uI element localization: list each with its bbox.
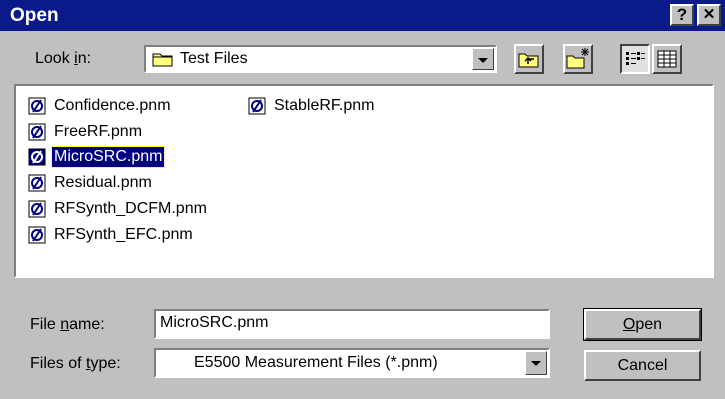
create-new-folder-button[interactable]	[563, 44, 593, 74]
list-view-icon	[626, 52, 645, 65]
file-item[interactable]: Residual.pnm	[28, 171, 154, 195]
file-name: Residual.pnm	[54, 174, 152, 191]
file-item[interactable]: StableRF.pnm	[248, 94, 377, 118]
close-button[interactable]: ✕	[697, 4, 721, 26]
file-item[interactable]: RFSynth_DCFM.pnm	[28, 197, 209, 221]
files-of-type-label: Files of type:	[30, 355, 121, 372]
files-of-type-value: E5500 Measurement Files (*.pnm)	[194, 354, 438, 371]
look-in-label: Look in:	[35, 50, 92, 67]
pnm-file-icon	[28, 226, 46, 244]
look-in-dropdown-arrow[interactable]	[472, 48, 494, 70]
list-view-button[interactable]	[620, 44, 650, 74]
file-item[interactable]: Confidence.pnm	[28, 94, 173, 118]
file-item[interactable]: RFSynth_EFC.pnm	[28, 223, 195, 247]
file-name: StableRF.pnm	[274, 97, 375, 114]
files-of-type-combo[interactable]: E5500 Measurement Files (*.pnm)	[154, 348, 550, 378]
open-dialog: Open ? ✕ Look in: Test Files Confidence.…	[0, 0, 725, 399]
help-button[interactable]: ?	[670, 4, 694, 26]
files-of-type-dropdown-arrow[interactable]	[525, 351, 547, 375]
pnm-file-icon	[28, 200, 46, 218]
pnm-file-icon	[28, 174, 46, 192]
folder-icon	[152, 53, 173, 67]
file-name: RFSynth_DCFM.pnm	[54, 200, 207, 217]
look-in-value: Test Files	[180, 50, 248, 67]
file-item[interactable]: FreeRF.pnm	[28, 120, 144, 144]
window-title: Open	[10, 5, 59, 26]
details-view-button[interactable]	[652, 44, 682, 74]
file-name-input[interactable]: MicroSRC.pnm	[154, 309, 550, 339]
pnm-file-icon	[28, 148, 46, 166]
pnm-file-icon	[248, 97, 266, 115]
up-one-level-button[interactable]	[514, 44, 544, 74]
look-in-combo[interactable]: Test Files	[144, 45, 497, 73]
file-item-selected[interactable]: MicroSRC.pnm	[28, 145, 166, 169]
open-button[interactable]: Open	[583, 308, 702, 341]
file-name-label: File name:	[30, 316, 105, 333]
pnm-file-icon	[28, 97, 46, 115]
up-folder-icon	[518, 53, 539, 68]
pnm-file-icon	[28, 123, 46, 141]
details-view-icon	[657, 50, 677, 68]
file-name: FreeRF.pnm	[54, 123, 143, 140]
file-name: MicroSRC.pnm	[50, 146, 166, 168]
file-name: RFSynth_EFC.pnm	[54, 226, 193, 243]
cancel-button[interactable]: Cancel	[584, 350, 701, 381]
new-folder-icon	[566, 48, 589, 69]
file-name: Confidence.pnm	[54, 97, 171, 114]
title-bar[interactable]: Open ? ✕	[0, 0, 725, 31]
file-list[interactable]: Confidence.pnm FreeRF.pnm MicroSRC.pnm R…	[14, 84, 714, 278]
